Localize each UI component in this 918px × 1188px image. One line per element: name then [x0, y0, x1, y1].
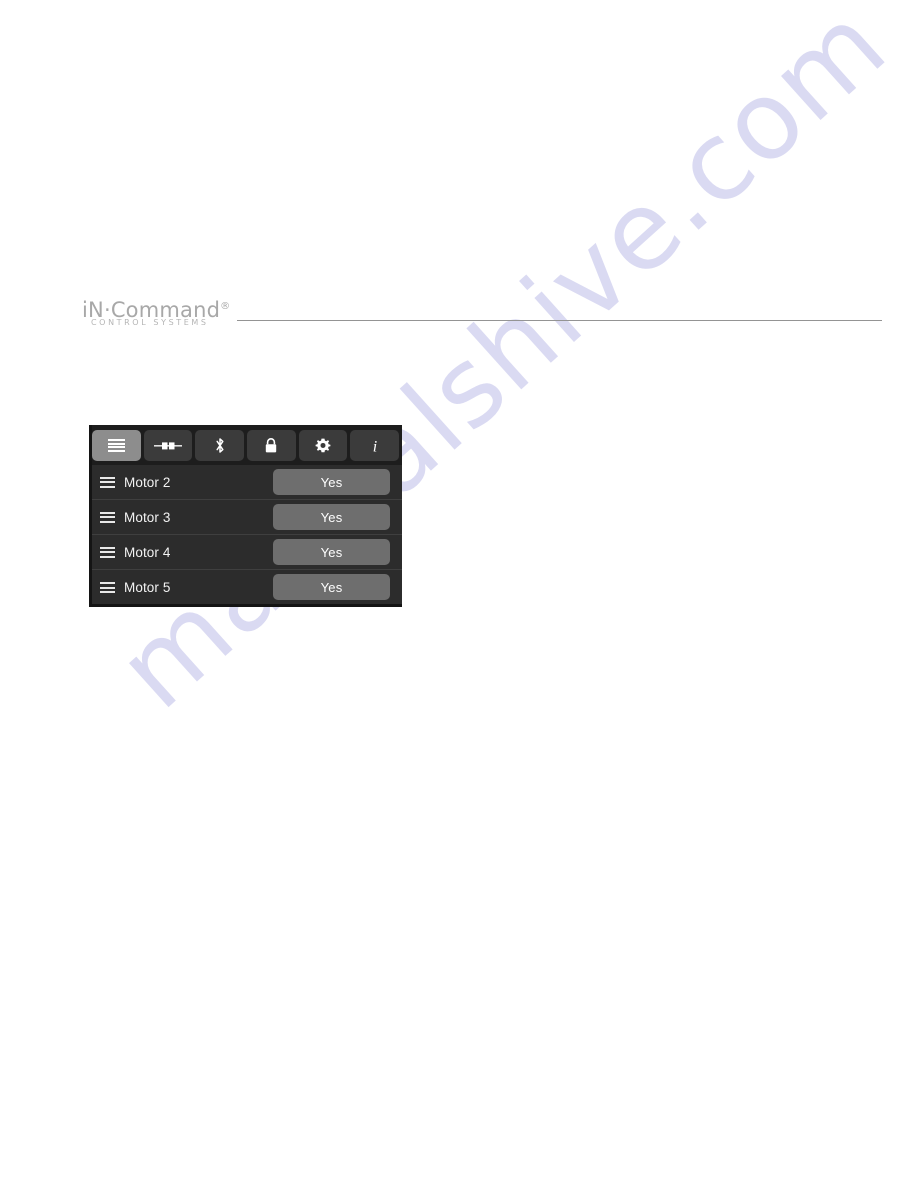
brand-logo: iN·Command® CONTROL SYSTEMS [82, 296, 234, 330]
jack-connector-icon [154, 440, 182, 452]
motor-value-button[interactable]: Yes [273, 539, 390, 565]
toolbar-button-menu[interactable] [92, 430, 141, 461]
drag-handle-icon[interactable] [100, 582, 115, 593]
device-toolbar: i [89, 425, 402, 465]
toolbar-button-settings[interactable] [298, 430, 348, 461]
panel-bezel-bottom [89, 604, 402, 607]
motor-label: Motor 3 [124, 509, 171, 525]
motor-label: Motor 4 [124, 544, 171, 560]
lock-icon [264, 437, 278, 454]
drag-handle-icon[interactable] [100, 546, 115, 558]
brand-tagline: CONTROL SYSTEMS [91, 318, 209, 327]
table-row[interactable]: Motor 4 Yes [89, 535, 402, 570]
toolbar-button-lock[interactable] [247, 430, 296, 461]
motor-value-label: Yes [320, 474, 343, 490]
svg-text:i: i [372, 438, 376, 455]
info-icon: i [370, 437, 380, 455]
motor-label: Motor 2 [124, 474, 171, 490]
table-row[interactable]: Motor 3 Yes [89, 500, 402, 535]
registered-mark-icon: ® [220, 301, 231, 312]
motor-list: Motor 2 Yes Motor 3 Yes Motor 4 Yes Moto… [89, 465, 402, 607]
drag-handle-icon[interactable] [100, 476, 115, 488]
table-row[interactable]: Motor 2 Yes [89, 465, 402, 500]
page-header: iN·Command® CONTROL SYSTEMS [0, 0, 918, 340]
toolbar-button-leveling[interactable] [143, 430, 193, 461]
hamburger-menu-icon [107, 439, 125, 452]
motor-value-button[interactable]: Yes [273, 574, 390, 600]
toolbar-button-info[interactable]: i [350, 430, 400, 461]
motor-value-label: Yes [320, 579, 343, 595]
motor-label: Motor 5 [124, 580, 171, 595]
panel-bezel-left [89, 425, 92, 607]
table-row[interactable]: Motor 5 Yes [89, 570, 402, 605]
motor-value-label: Yes [320, 544, 343, 560]
motor-value-button[interactable]: Yes [273, 504, 390, 530]
device-screenshot-panel: i Motor 2 Yes Motor 3 Yes Motor 4 Yes Mo… [89, 425, 402, 607]
gear-icon [315, 438, 331, 454]
header-divider [237, 320, 882, 321]
motor-value-label: Yes [320, 509, 343, 525]
bluetooth-icon [214, 437, 226, 454]
motor-value-button[interactable]: Yes [273, 469, 390, 495]
toolbar-button-bluetooth[interactable] [195, 430, 245, 461]
drag-handle-icon[interactable] [100, 511, 115, 523]
